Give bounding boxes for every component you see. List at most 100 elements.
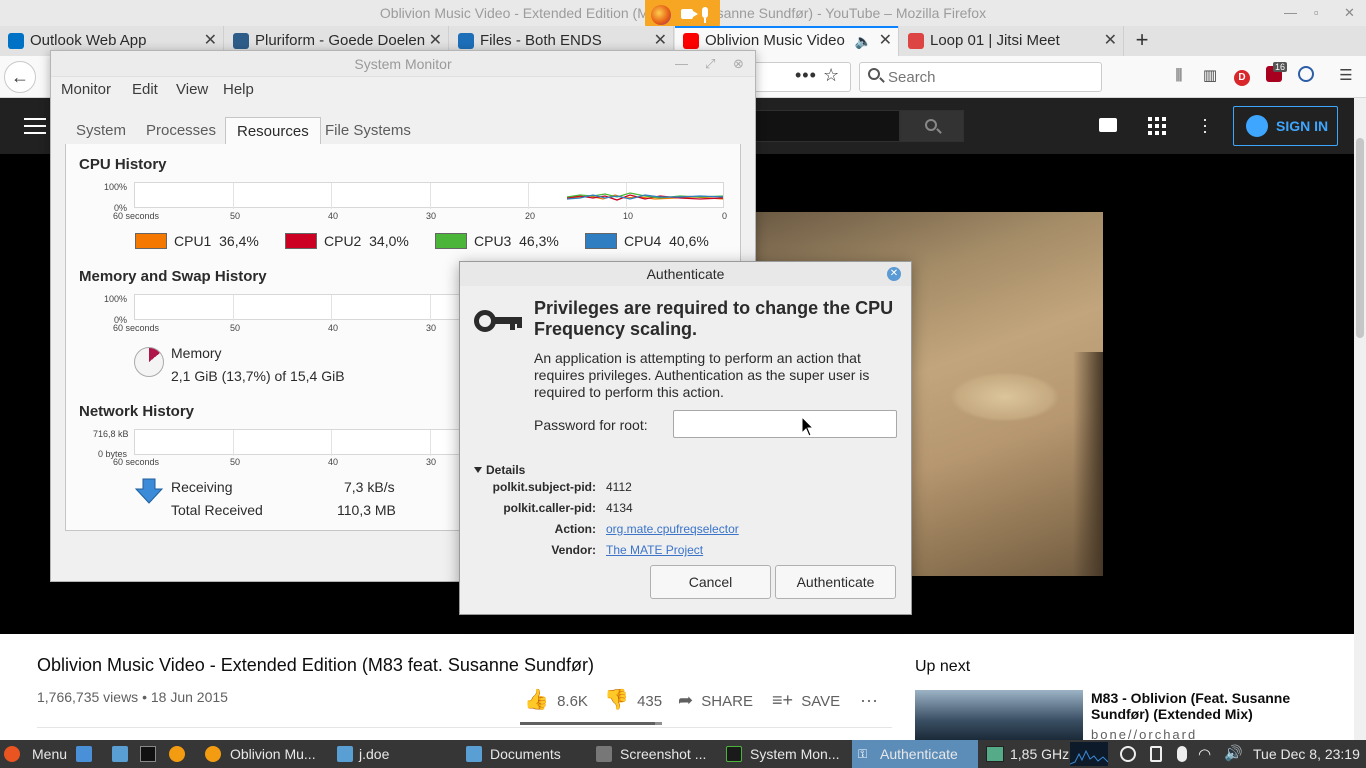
taskbar-item-documents[interactable]: Documents: [466, 740, 588, 768]
maximize-button[interactable]: ▫: [1314, 0, 1319, 26]
menu-edit[interactable]: Edit: [132, 77, 158, 103]
taskbar-item-screenshot[interactable]: Screenshot ...: [596, 740, 718, 768]
cpu-y-top: 100%: [104, 182, 128, 192]
volume-icon[interactable]: 🔊: [1224, 744, 1244, 764]
up-next-thumbnail[interactable]: [915, 690, 1083, 740]
memory-pie-icon[interactable]: [134, 347, 164, 377]
cpu-load-graph[interactable]: [1069, 742, 1109, 766]
youtube-search-button[interactable]: [900, 110, 964, 142]
back-button[interactable]: ←: [4, 61, 36, 93]
cpu3-color-swatch[interactable]: [435, 233, 467, 249]
tab-jitsi[interactable]: Loop 01 | Jitsi Meet ✕: [900, 26, 1124, 56]
page-actions-button[interactable]: •••: [795, 65, 817, 86]
show-desktop-icon[interactable]: [76, 746, 92, 762]
taskbar-item-authenticate[interactable]: ⚿ Authenticate: [852, 740, 978, 768]
memory-value: 2,1 GiB (13,7%) of 15,4 GiB: [171, 368, 345, 384]
dislike-button[interactable]: 👎 435: [604, 686, 662, 716]
taskbar-item-firefox[interactable]: Oblivion Mu...: [205, 740, 330, 768]
youtube-menu-icon[interactable]: [24, 118, 46, 134]
clock[interactable]: Tue Dec 8, 23:19: [1253, 740, 1365, 768]
receiving-value: 7,3 kB/s: [344, 479, 395, 495]
menu-bar: Monitor Edit View Help: [51, 77, 755, 103]
menu-view[interactable]: View: [176, 77, 208, 103]
terminal-icon[interactable]: [140, 746, 156, 762]
checkmark-icon[interactable]: [1120, 746, 1136, 762]
cpu-history-heading: CPU History: [79, 156, 167, 173]
cpu2-color-swatch[interactable]: [285, 233, 317, 249]
like-button[interactable]: 👍 8.6K: [524, 686, 588, 716]
cpu-x-tick: 0: [722, 211, 728, 221]
bookmark-star-icon[interactable]: ☆: [823, 65, 839, 86]
library-icon[interactable]: ⫼: [1169, 66, 1189, 86]
close-window-button[interactable]: ✕: [1344, 0, 1355, 26]
search-icon: [925, 119, 937, 131]
taskbar-item-label: Documents: [490, 746, 561, 762]
cpu1-color-swatch[interactable]: [135, 233, 167, 249]
file-manager-icon[interactable]: [112, 746, 128, 762]
youtube-icon: [683, 33, 699, 49]
share-button[interactable]: ➦ SHARE: [678, 686, 753, 716]
new-tab-button[interactable]: +: [1130, 26, 1154, 56]
create-video-icon[interactable]: [1099, 118, 1117, 132]
minimize-button[interactable]: —: [675, 51, 688, 77]
microphone-icon[interactable]: [1177, 746, 1187, 762]
authenticate-button[interactable]: Authenticate: [775, 565, 896, 599]
cpu-history-graph: [134, 182, 724, 209]
minimize-button[interactable]: —: [1284, 0, 1297, 26]
start-menu-button[interactable]: Menu: [4, 740, 74, 768]
cpufreq-icon[interactable]: [986, 746, 1004, 762]
dislike-count: 435: [637, 693, 663, 710]
sidebar-icon[interactable]: ▥: [1200, 66, 1220, 86]
receiving-label: Receiving: [171, 479, 233, 495]
download-arrow-icon[interactable]: [134, 477, 164, 505]
mem-x-tick: 40: [328, 323, 339, 333]
hamburger-menu-icon[interactable]: ☰: [1336, 66, 1356, 86]
taskbar-item-jdoe[interactable]: j.doe: [337, 740, 457, 768]
jitsi-icon: [908, 33, 924, 49]
cpu-frequency[interactable]: 1,85 GHz: [1010, 740, 1070, 768]
close-tab-icon[interactable]: ✕: [879, 26, 892, 56]
like-ratio-fill: [520, 722, 655, 725]
scrollbar-thumb[interactable]: [1356, 138, 1364, 338]
wifi-icon[interactable]: ◠: [1198, 745, 1218, 763]
speaker-icon[interactable]: 🔈: [855, 26, 872, 56]
extension-d-icon[interactable]: D: [1232, 66, 1252, 86]
url-bar[interactable]: ••• ☆: [755, 62, 851, 92]
apps-grid-icon[interactable]: [1148, 117, 1166, 135]
youtube-search-input[interactable]: [755, 110, 900, 142]
tab-file-systems[interactable]: File Systems: [314, 117, 422, 145]
save-button[interactable]: ≡+ SAVE: [772, 686, 840, 716]
cancel-button[interactable]: Cancel: [650, 565, 771, 599]
password-field[interactable]: [673, 410, 897, 438]
firefox-launcher-icon[interactable]: [169, 746, 185, 762]
more-actions-icon[interactable]: ···: [860, 686, 878, 714]
key-icon: [474, 306, 524, 336]
taskbar-item-system-monitor[interactable]: System Mon...: [726, 740, 850, 768]
vendor-link[interactable]: The MATE Project: [606, 543, 703, 557]
more-vert-icon[interactable]: · · ·: [1202, 110, 1208, 140]
battery-icon[interactable]: [1150, 746, 1162, 762]
sign-in-label: SIGN IN: [1276, 118, 1329, 134]
maximize-button[interactable]: ⤢: [705, 51, 715, 77]
up-next-title[interactable]: M83 - Oblivion (Feat. Susanne Sundfør) (…: [1091, 690, 1321, 722]
tab-processes[interactable]: Processes: [135, 117, 227, 145]
cpu1-value: 36,4%: [219, 233, 259, 249]
close-dialog-icon[interactable]: ✕: [887, 267, 901, 281]
cpu3-legend: CPU3 46,3%: [474, 233, 559, 249]
microphone-icon: [702, 7, 708, 23]
tab-resources[interactable]: Resources: [225, 117, 321, 145]
tab-system[interactable]: System: [65, 117, 137, 145]
close-tab-icon[interactable]: ✕: [1104, 26, 1117, 56]
action-link[interactable]: org.mate.cpufreqselector: [606, 522, 739, 536]
close-window-button[interactable]: ⊗: [733, 51, 744, 77]
sign-in-button[interactable]: SIGN IN: [1233, 106, 1338, 146]
password-manager-icon[interactable]: [1296, 66, 1316, 86]
details-expander[interactable]: Details: [474, 463, 525, 477]
cpu4-color-swatch[interactable]: [585, 233, 617, 249]
page-scrollbar[interactable]: [1354, 98, 1366, 740]
firefox-search-input[interactable]: [888, 67, 1088, 87]
cpu4-value: 40,6%: [669, 233, 709, 249]
firefox-search-box[interactable]: [859, 62, 1102, 92]
menu-monitor[interactable]: Monitor: [61, 77, 111, 103]
menu-help[interactable]: Help: [223, 77, 254, 103]
